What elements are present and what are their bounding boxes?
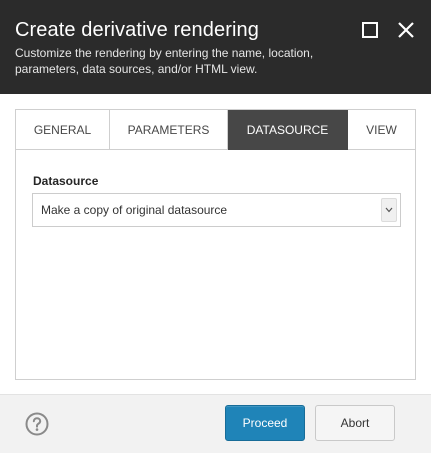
abort-button[interactable]: Abort <box>315 405 395 441</box>
dialog-subtitle: Customize the rendering by entering the … <box>15 46 314 76</box>
maximize-icon <box>362 22 378 38</box>
datasource-select[interactable]: Make a copy of original datasource <box>32 193 401 227</box>
maximize-button[interactable] <box>360 20 380 40</box>
dropdown-toggle[interactable] <box>381 198 397 222</box>
tab-datasource[interactable]: DATASOURCE <box>228 110 348 150</box>
close-button[interactable] <box>396 20 416 40</box>
dialog-title: Create derivative rendering <box>15 19 259 41</box>
tab-view[interactable]: VIEW <box>348 110 415 150</box>
help-icon <box>25 412 49 436</box>
proceed-button[interactable]: Proceed <box>225 405 305 441</box>
close-icon <box>398 22 414 38</box>
tab-bar: GENERAL PARAMETERS DATASOURCE VIEW <box>16 110 415 150</box>
tab-panel: GENERAL PARAMETERS DATASOURCE VIEW Datas… <box>15 109 416 380</box>
create-derivative-rendering-dialog: Create derivative rendering Customize th… <box>0 0 431 453</box>
chevron-down-icon <box>385 207 393 213</box>
dialog-footer: Proceed Abort <box>0 394 431 453</box>
dialog-header: Create derivative rendering Customize th… <box>0 0 431 94</box>
help-button[interactable] <box>25 412 49 436</box>
datasource-select-value: Make a copy of original datasource <box>41 203 228 217</box>
tab-parameters[interactable]: PARAMETERS <box>110 110 228 150</box>
tab-general[interactable]: GENERAL <box>16 110 110 150</box>
datasource-label: Datasource <box>33 174 99 188</box>
